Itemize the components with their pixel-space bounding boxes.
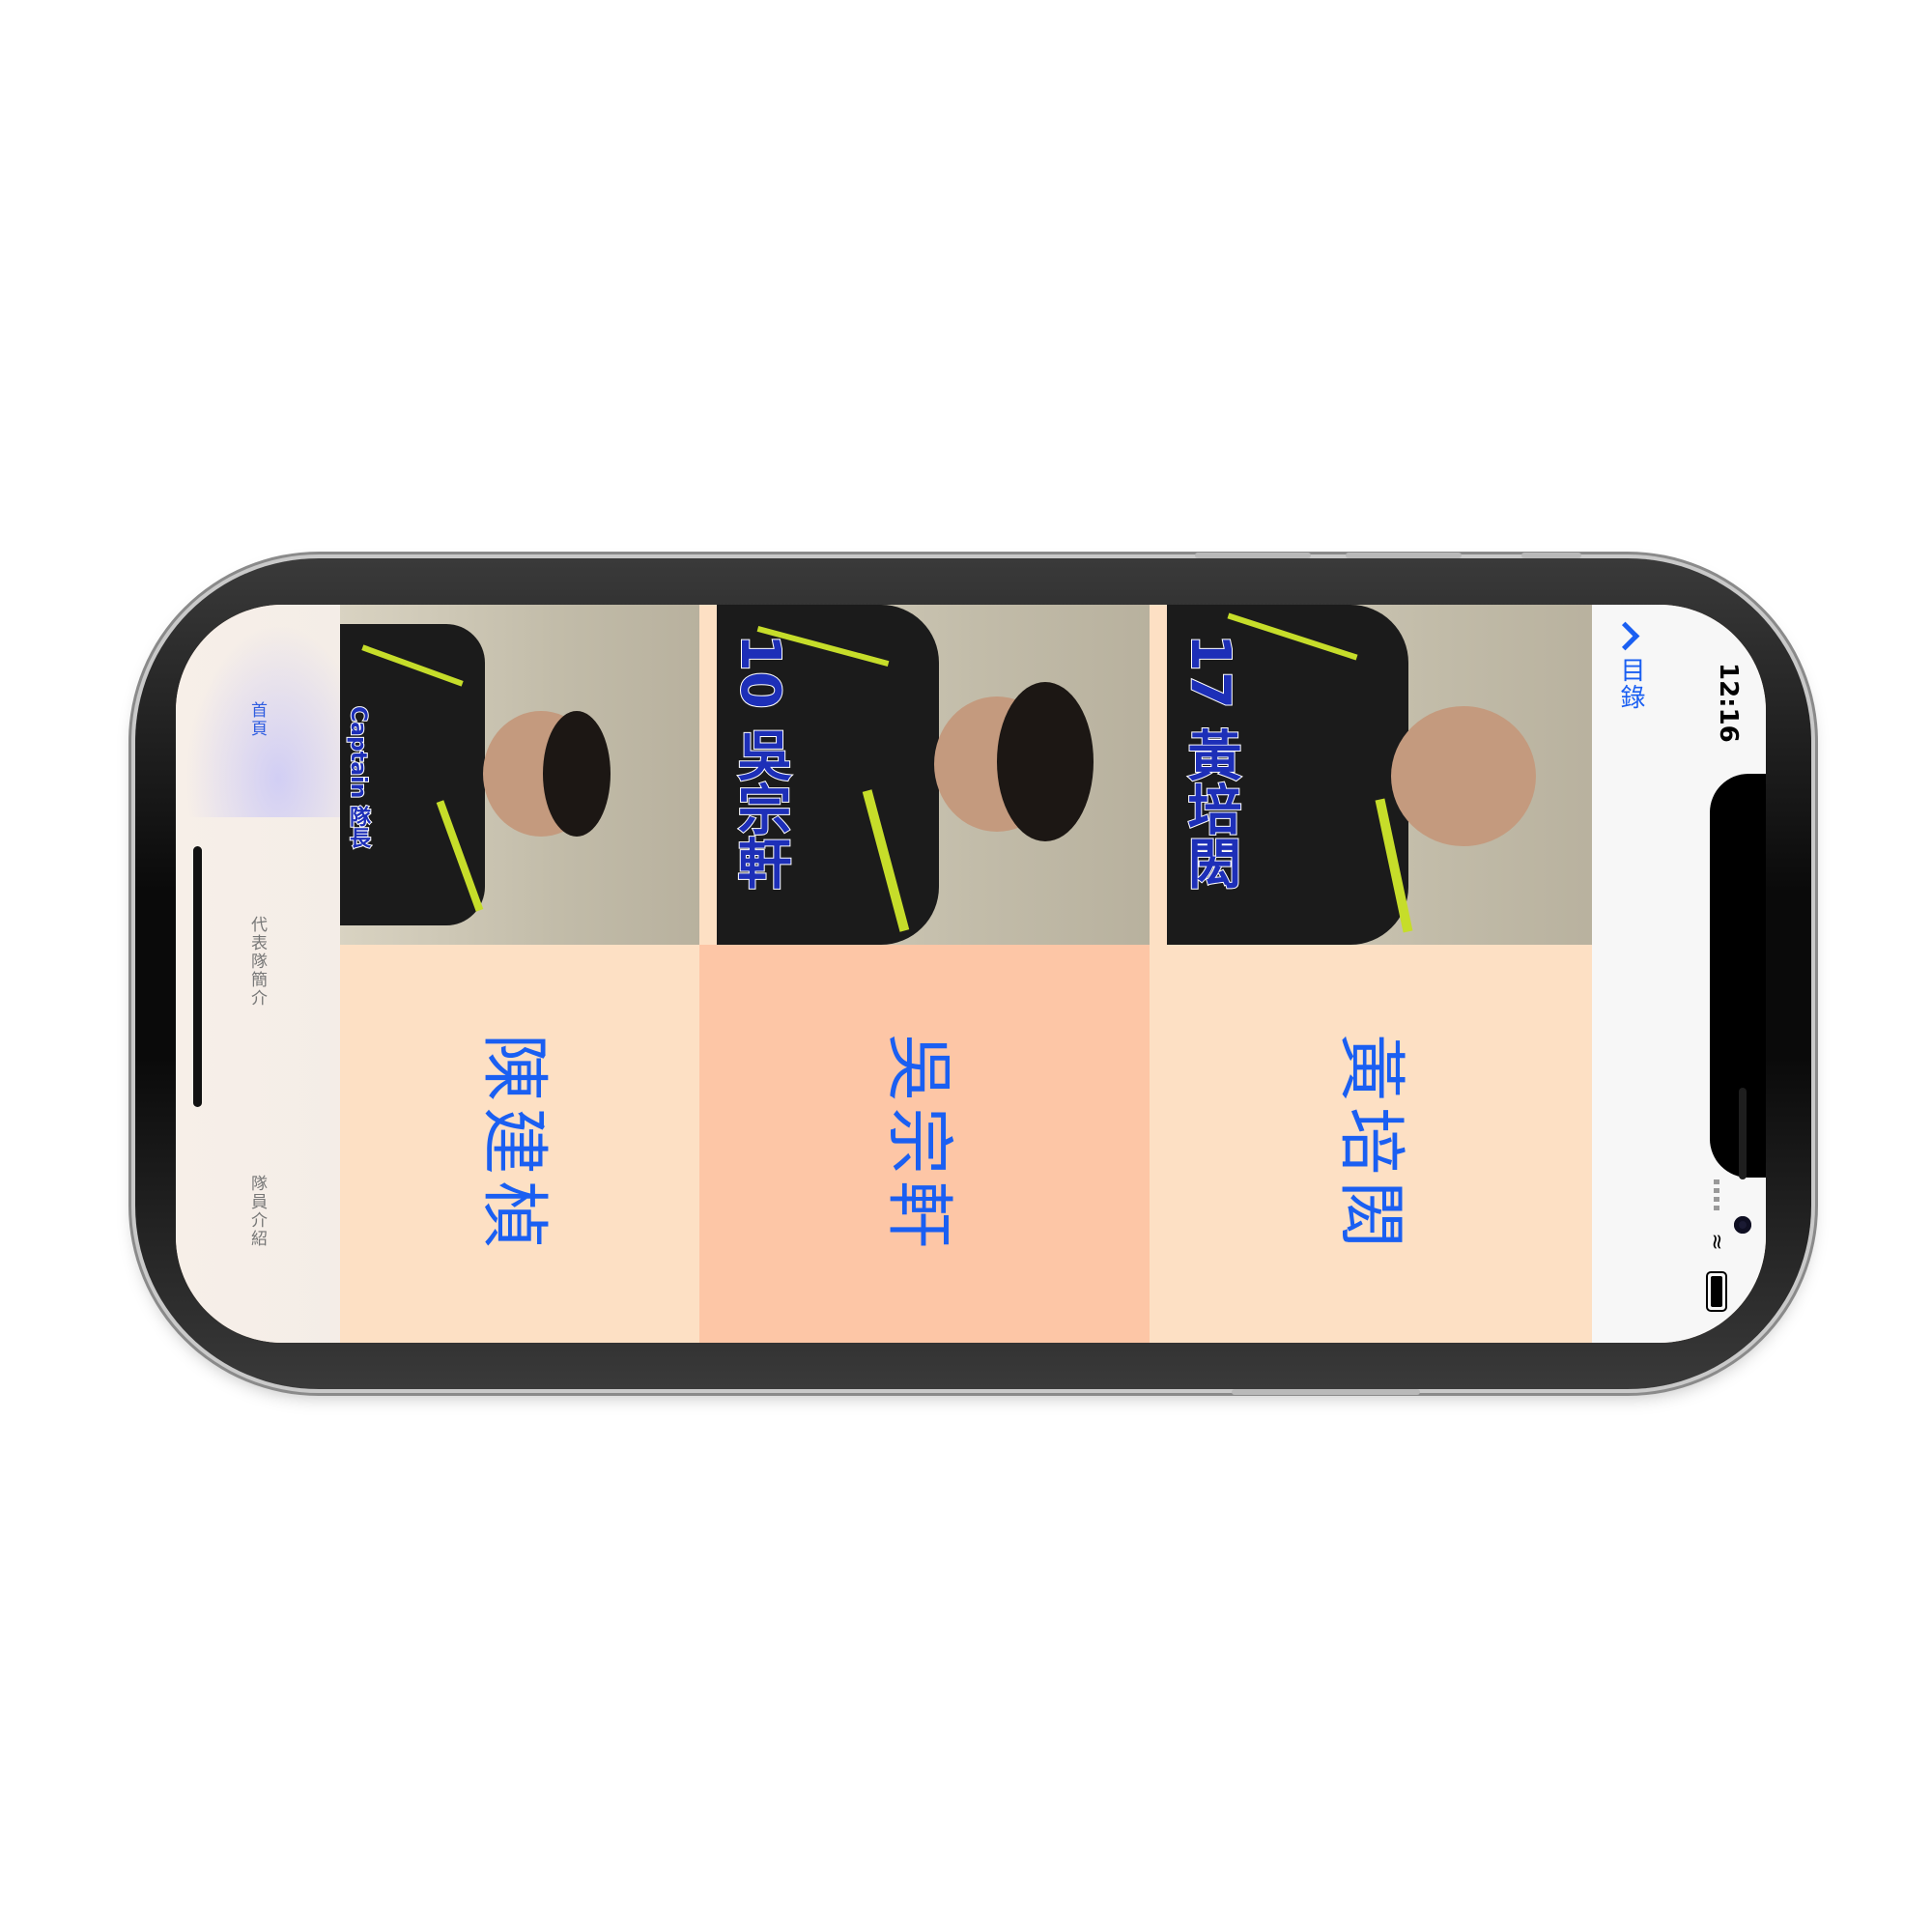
wifi-icon: ≈ — [1704, 1233, 1729, 1251]
home-indicator[interactable] — [193, 846, 202, 1107]
player-caption: Captain 隊長 — [345, 705, 371, 849]
player-card[interactable]: 10 吳宗軒 吳宗軒 — [699, 605, 1150, 1343]
player-name: 吳宗軒 — [879, 1034, 959, 1254]
tab-home[interactable]: 首頁 — [245, 701, 270, 738]
chevron-left-icon[interactable] — [1610, 621, 1640, 651]
player-name-cell: 黃培閎 — [1150, 945, 1604, 1343]
tab-member-intro[interactable]: 隊員介紹 — [245, 1175, 270, 1248]
tab-bar: 首頁 代表隊簡介 隊員介紹 — [176, 605, 341, 1343]
navigation-bar: 目錄 12:16 ≈ — [1592, 605, 1766, 1343]
player-card[interactable]: Captain 隊長 陳建楨 — [340, 605, 699, 1343]
player-photo: Captain 隊長 — [340, 605, 699, 945]
player-card[interactable]: 17 黃培閎 黃培閎 — [1150, 605, 1604, 1343]
player-photo: 10 吳宗軒 — [717, 605, 1150, 945]
volume-down-button — [1346, 553, 1462, 558]
player-caption: 10 吳宗軒 — [727, 633, 792, 891]
battery-icon — [1706, 1271, 1727, 1312]
power-button — [1232, 1389, 1420, 1395]
player-name-cell: 吳宗軒 — [699, 945, 1150, 1343]
player-name: 陳建楨 — [474, 1034, 554, 1254]
earpiece-speaker — [1739, 1088, 1747, 1179]
mute-switch — [1521, 553, 1581, 558]
player-name: 黃培閎 — [1331, 1034, 1411, 1254]
screen: 首頁 代表隊簡介 隊員介紹 Captain 隊長 陳建楨 10 吳宗軒 吳宗軒 … — [176, 605, 1766, 1343]
back-button[interactable]: 目錄 — [1613, 657, 1649, 711]
player-photo: 17 黃培閎 — [1167, 605, 1604, 945]
tab-team-intro[interactable]: 代表隊簡介 — [245, 916, 270, 1008]
player-caption: 17 黃培閎 — [1178, 633, 1242, 891]
front-camera — [1734, 1216, 1751, 1234]
status-time: 12:16 — [1714, 663, 1743, 743]
notch — [1710, 774, 1766, 1234]
player-name-cell: 陳建楨 — [340, 945, 699, 1343]
signal-icon — [1714, 1179, 1719, 1214]
volume-up-button — [1195, 553, 1311, 558]
